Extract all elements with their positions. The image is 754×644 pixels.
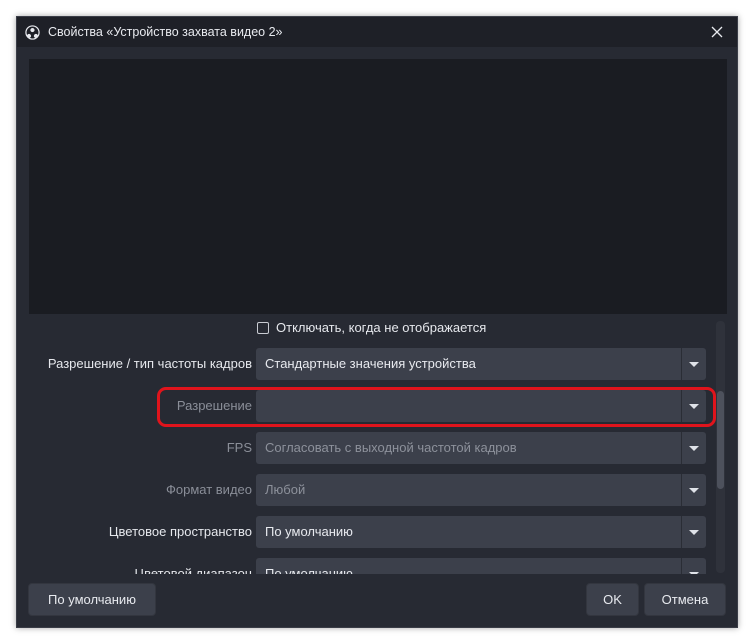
color-range-select[interactable]: По умолчанию (256, 558, 706, 574)
field-label: Цветовой диапазон (134, 566, 252, 574)
dropdown-button[interactable] (681, 432, 706, 464)
field-row-color-space: Цветовое пространство По умолчанию (29, 516, 727, 548)
select-value: Стандартные значения устройства (265, 356, 476, 371)
checkbox-label: Отключать, когда не отображается (276, 320, 487, 335)
scrollbar-thumb[interactable] (717, 391, 724, 489)
color-space-select[interactable]: По умолчанию (256, 516, 706, 548)
dropdown-button[interactable] (681, 474, 706, 506)
chevron-down-icon (689, 571, 699, 574)
ok-button[interactable]: OK (586, 583, 639, 616)
field-row-resolution: Разрешение (29, 390, 727, 422)
dropdown-button[interactable] (681, 390, 706, 422)
resolution-type-select[interactable]: Стандартные значения устройства (256, 348, 706, 380)
field-label: Цветовое пространство (108, 524, 252, 539)
properties-scroll-area: Отключать, когда не отображается Разреше… (29, 314, 727, 574)
video-format-select[interactable]: Любой (256, 474, 706, 506)
dropdown-button[interactable] (681, 348, 706, 380)
window-title: Свойства «Устройство захвата видео 2» (48, 25, 283, 39)
chevron-down-icon (689, 487, 699, 493)
select-value: Согласовать с выходной частотой кадров (265, 440, 517, 455)
chevron-down-icon (689, 529, 699, 535)
dropdown-button[interactable] (681, 558, 706, 574)
field-row-video-format: Формат видео Любой (29, 474, 727, 506)
vertical-scrollbar[interactable] (716, 321, 725, 573)
dropdown-button[interactable] (681, 516, 706, 548)
chevron-down-icon (689, 361, 699, 367)
close-icon (711, 26, 723, 38)
select-value: Любой (265, 482, 306, 497)
video-preview (29, 59, 727, 314)
defaults-button[interactable]: По умолчанию (28, 583, 156, 616)
deactivate-when-hidden-checkbox[interactable] (257, 321, 269, 334)
field-label: FPS (226, 440, 252, 455)
field-label: Разрешение / тип частоты кадров (47, 356, 252, 371)
chevron-down-icon (689, 445, 699, 451)
properties-dialog: Свойства «Устройство захвата видео 2» От… (16, 16, 738, 628)
chevron-down-icon (689, 403, 699, 409)
fps-select[interactable]: Согласовать с выходной частотой кадров (256, 432, 706, 464)
field-row-resolution-type: Разрешение / тип частоты кадров Стандарт… (29, 348, 727, 380)
field-label: Разрешение (176, 398, 252, 413)
title-bar: Свойства «Устройство захвата видео 2» (17, 17, 737, 47)
resolution-select[interactable] (256, 390, 706, 422)
obs-icon (25, 24, 40, 40)
close-button[interactable] (697, 17, 737, 47)
field-label: Формат видео (165, 482, 252, 497)
select-value: По умолчанию (265, 524, 353, 539)
select-value: По умолчанию (265, 566, 353, 574)
field-row-fps: FPS Согласовать с выходной частотой кадр… (29, 432, 727, 464)
field-row-color-range: Цветовой диапазон По умолчанию (29, 558, 727, 574)
cancel-button[interactable]: Отмена (644, 583, 726, 616)
deactivate-when-hidden-row[interactable]: Отключать, когда не отображается (257, 320, 486, 335)
